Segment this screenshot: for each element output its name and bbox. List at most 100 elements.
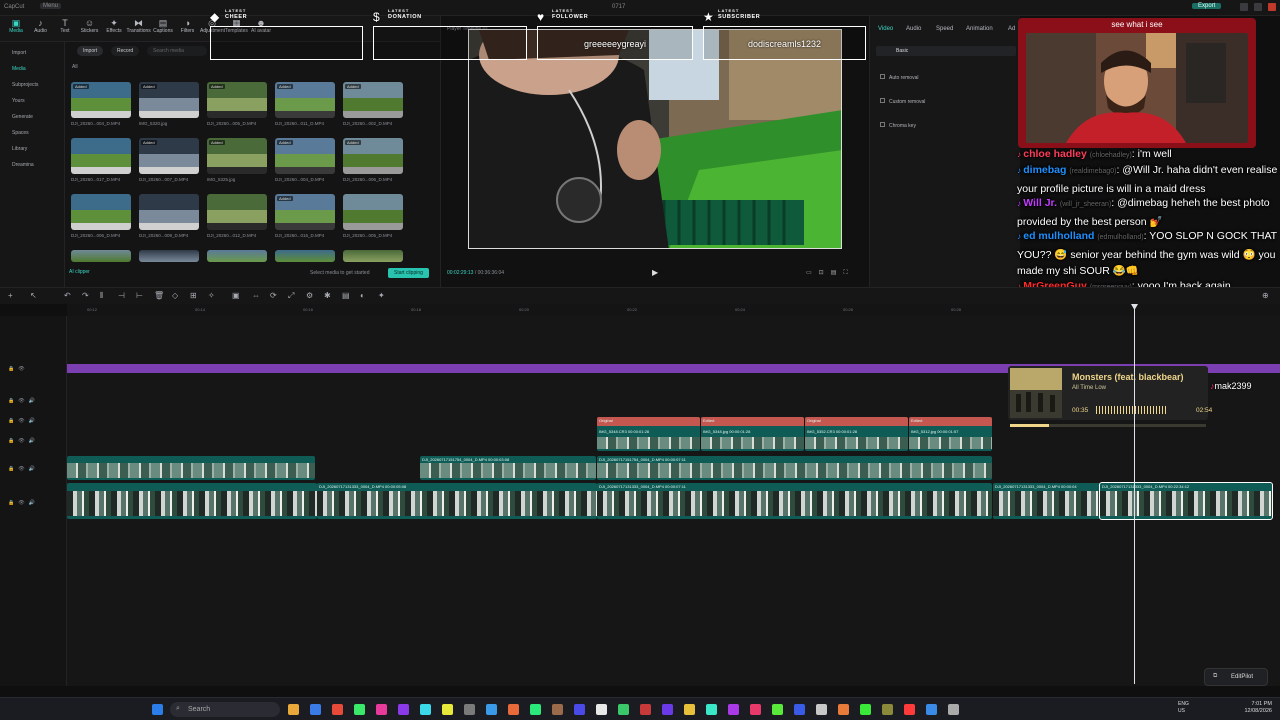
ratio-icon[interactable]: ▤ xyxy=(831,270,844,276)
media-thumbnail[interactable]: Added xyxy=(275,138,335,174)
timeline-ruler[interactable]: 00:12 00:14 00:16 00:18 00:20 00:22 00:24 00:26… xyxy=(67,304,1280,316)
checkbox[interactable] xyxy=(880,74,885,79)
track-controls-6[interactable]: 🔒👁🔊 xyxy=(8,500,39,506)
basic-subtab[interactable]: Basic xyxy=(876,46,1016,56)
taskbar-app-icon[interactable] xyxy=(420,704,431,715)
fit-icon[interactable]: ⊡ xyxy=(819,270,831,276)
checkbox[interactable] xyxy=(880,98,885,103)
taskbar-app-icon[interactable] xyxy=(794,704,805,715)
add-track-icon[interactable]: + xyxy=(8,292,13,300)
taskbar-app-icon[interactable] xyxy=(882,704,893,715)
taskbar-clock[interactable]: 7:01 PM 12/08/2026 xyxy=(1232,701,1272,715)
tool-audio[interactable]: ♪ Audio xyxy=(29,18,53,40)
taskbar-app-icon[interactable] xyxy=(574,704,585,715)
media-thumbnail[interactable]: Added xyxy=(71,82,131,118)
taskbar-search[interactable]: ⌕ Search xyxy=(170,702,280,717)
option-chroma-key[interactable]: Chroma key xyxy=(880,122,916,129)
photo-clip[interactable]: Edited IMG_5348.jpg 00:00:01:28 xyxy=(701,417,804,451)
record-button[interactable]: Record xyxy=(111,46,140,56)
nav-item-spaces[interactable]: Spaces xyxy=(12,130,29,136)
nav-item-subprojects[interactable]: Subprojects xyxy=(12,82,38,88)
start-icon[interactable] xyxy=(152,704,163,715)
taskbar-app-icon[interactable] xyxy=(706,704,717,715)
taskbar-app-icon[interactable] xyxy=(530,704,541,715)
media-thumbnail[interactable] xyxy=(71,138,131,174)
playhead[interactable] xyxy=(1131,304,1138,684)
freeze-icon[interactable]: ▣ xyxy=(232,292,240,300)
taskbar-app-icon[interactable] xyxy=(816,704,827,715)
main-video-clip[interactable] xyxy=(67,483,317,519)
option-auto-removal[interactable]: Auto removal xyxy=(880,74,918,81)
taskbar-app-icon[interactable] xyxy=(464,704,475,715)
video-clip[interactable]: DJI_20260717151754_0004_D.MP4 00:00:07:1… xyxy=(597,456,992,480)
track-controls-3[interactable]: 🔒👁🔊 xyxy=(8,418,39,424)
taskbar-app-icon[interactable] xyxy=(596,704,607,715)
speed-icon[interactable]: ⚙ xyxy=(306,292,313,300)
track-controls-5[interactable]: 🔒👁🔊 xyxy=(8,466,39,472)
track-controls-4[interactable]: 🔒👁🔊 xyxy=(8,438,39,444)
taskbar-app-icon[interactable] xyxy=(728,704,739,715)
tool-filters[interactable]: ◑ Filters xyxy=(176,18,200,40)
media-thumbnail[interactable]: Added xyxy=(139,82,199,118)
media-thumbnail[interactable]: Added xyxy=(207,82,267,118)
option-custom-removal[interactable]: Custom removal xyxy=(880,98,925,105)
main-video-clip[interactable]: DJI_20260717131333_0004_D.MP4 00:00:07:1… xyxy=(597,483,992,519)
media-thumbnail[interactable] xyxy=(71,250,131,262)
tab-speed[interactable]: Speed xyxy=(936,26,953,32)
export-button[interactable]: Export xyxy=(1192,3,1222,9)
track-controls-1[interactable]: 🔒👁 xyxy=(8,366,29,372)
minimize-icon[interactable] xyxy=(1240,3,1248,11)
crop-icon[interactable]: ⊞ xyxy=(190,292,197,300)
nav-item-yours[interactable]: Yours xyxy=(12,98,25,104)
taskbar-app-icon[interactable] xyxy=(926,704,937,715)
rotate-icon[interactable]: ⟳ xyxy=(270,292,277,300)
tool-text[interactable]: T Text xyxy=(53,18,77,40)
taskbar-app-icon[interactable] xyxy=(640,704,651,715)
select-tool-icon[interactable]: ↖ xyxy=(30,292,37,300)
tool-stickers[interactable]: ☺ Stickers xyxy=(78,18,102,40)
video-clip[interactable]: DJI_20260717151754_0004_D.MP4 00:00:03:0… xyxy=(420,456,596,480)
taskbar-app-icon[interactable] xyxy=(860,704,871,715)
media-thumbnail[interactable] xyxy=(343,250,403,262)
taskbar-app-icon[interactable] xyxy=(310,704,321,715)
taskbar-app-icon[interactable] xyxy=(838,704,849,715)
marker-icon[interactable]: ◇ xyxy=(172,292,178,300)
undo-icon[interactable]: ↶ xyxy=(64,292,71,300)
editpilot-button[interactable]: ⧉ EditPilot xyxy=(1204,668,1268,686)
taskbar-app-icon[interactable] xyxy=(552,704,563,715)
tool-captions[interactable]: ▤ Captions xyxy=(151,18,175,40)
zoom-fit-icon[interactable]: ⊕ xyxy=(1262,292,1269,300)
nav-item-library[interactable]: Library xyxy=(12,146,27,152)
start-clipping-button[interactable]: Start clipping xyxy=(388,268,429,278)
media-thumbnail[interactable] xyxy=(71,194,131,230)
main-video-clip[interactable]: DJI_20260717131333_0004_D.MP4 00:22:34:1… xyxy=(1099,482,1273,520)
taskbar-app-icon[interactable] xyxy=(904,704,915,715)
media-thumbnail[interactable] xyxy=(275,250,335,262)
color-icon[interactable]: ◐ xyxy=(360,292,365,300)
close-icon[interactable] xyxy=(1268,3,1276,11)
play-icon[interactable]: ▶ xyxy=(652,268,658,277)
video-clip[interactable] xyxy=(67,456,315,480)
tab-animation[interactable]: Animation xyxy=(966,26,993,32)
media-thumbnail[interactable]: Added xyxy=(207,138,267,174)
split-left-icon[interactable]: ⊣ xyxy=(118,292,125,300)
caption-icon[interactable]: ▤ xyxy=(342,292,350,300)
media-thumbnail[interactable]: Added xyxy=(139,138,199,174)
effects-tl-icon[interactable]: ✦ xyxy=(378,292,385,300)
taskbar-app-icon[interactable] xyxy=(398,704,409,715)
tab-video[interactable]: Video xyxy=(878,26,893,32)
delete-icon[interactable]: 🗑 xyxy=(154,292,164,300)
split-right-icon[interactable]: ⊢ xyxy=(136,292,143,300)
tool-effects[interactable]: ✦ Effects xyxy=(102,18,126,40)
mirror-icon[interactable]: ⇔ xyxy=(252,292,260,300)
taskbar-app-icon[interactable] xyxy=(354,704,365,715)
taskbar-app-icon[interactable] xyxy=(618,704,629,715)
taskbar-app-icon[interactable] xyxy=(684,704,695,715)
transform-icon[interactable]: ⤢ xyxy=(288,292,294,300)
media-thumbnail[interactable] xyxy=(207,194,267,230)
split-icon[interactable]: ⫴ xyxy=(100,292,103,300)
search-input[interactable]: Search media xyxy=(147,46,207,56)
snapshot-icon[interactable]: ▭ xyxy=(806,270,819,276)
media-thumbnail[interactable] xyxy=(139,250,199,262)
taskbar-app-icon[interactable] xyxy=(508,704,519,715)
